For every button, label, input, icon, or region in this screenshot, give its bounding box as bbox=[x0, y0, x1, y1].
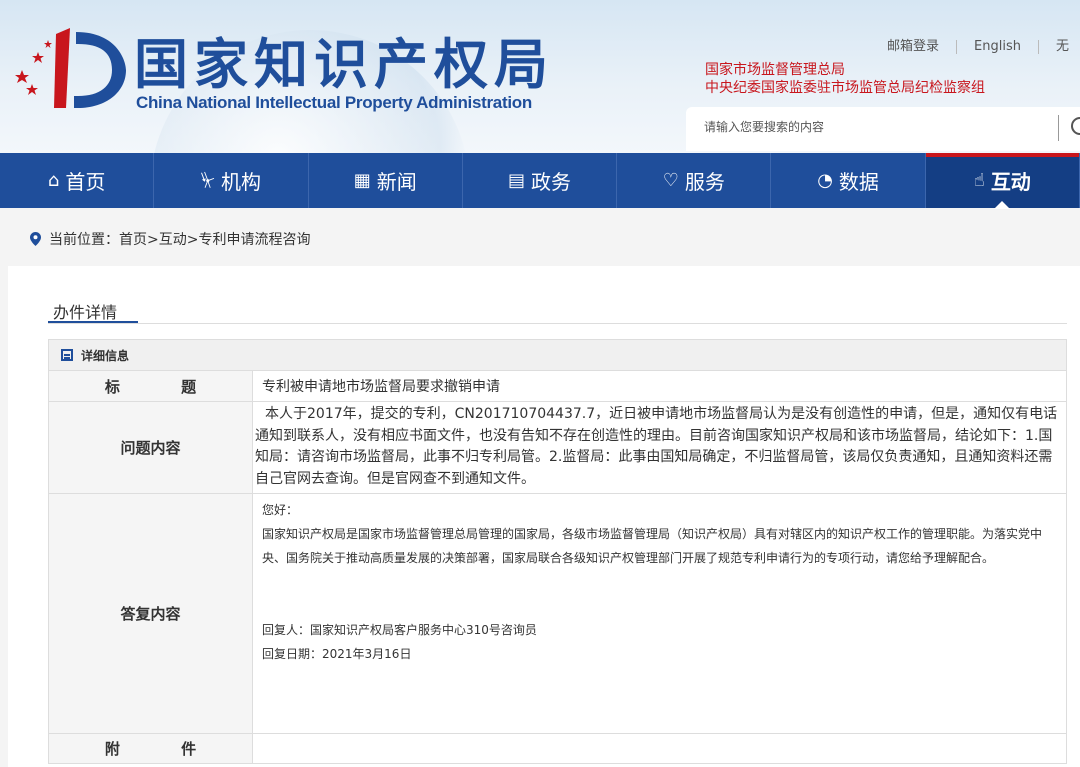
english-link[interactable]: English bbox=[957, 40, 1039, 54]
breadcrumb: 当前位置：首页>互动>专利申请流程咨询 bbox=[30, 229, 310, 249]
nav-label: 数据 bbox=[838, 170, 879, 194]
location-pin-icon bbox=[30, 232, 41, 246]
nav-item-service[interactable]: ♡ 服务 bbox=[617, 153, 772, 208]
answer-value: 您好： 国家知识产权局是国家市场监督管理总局管理的国家局，各级市场监督管理局（知… bbox=[253, 494, 1066, 733]
home-icon: ⌂ bbox=[47, 170, 60, 191]
attachment-label: 附 件 bbox=[49, 734, 253, 763]
nav-item-data[interactable]: ◔ 数据 bbox=[771, 153, 926, 208]
nav-item-institution[interactable]: ⏧ 机构 bbox=[154, 153, 309, 208]
institution-icon: ⏧ bbox=[200, 170, 216, 191]
tab-detail[interactable]: 办件详情 bbox=[53, 299, 117, 323]
nav-item-news[interactable]: ▦ 新闻 bbox=[309, 153, 463, 208]
answer-row: 答复内容 您好： 国家知识产权局是国家市场监督管理总局管理的国家局，各级市场监督… bbox=[48, 494, 1067, 734]
accessibility-link[interactable]: 无 bbox=[1039, 40, 1080, 54]
cnipa-logo-icon[interactable] bbox=[8, 22, 128, 112]
nav-label: 首页 bbox=[65, 170, 106, 194]
nav-item-government[interactable]: ▤ 政务 bbox=[463, 153, 618, 208]
answer-spacer bbox=[262, 570, 1060, 618]
question-label: 问题内容 bbox=[49, 402, 253, 493]
question-row: 问题内容 本人于2017年，提交的专利，CN201710704437.7，近日被… bbox=[48, 402, 1067, 494]
nav-label: 互动 bbox=[990, 170, 1031, 194]
nav-label: 服务 bbox=[684, 170, 725, 194]
nav-label: 机构 bbox=[221, 170, 262, 194]
attachment-row: 附 件 bbox=[48, 734, 1067, 764]
breadcrumb-text[interactable]: 当前位置：首页>互动>专利申请流程咨询 bbox=[49, 229, 310, 249]
main-nav: ⌂ 首页 ⏧ 机构 ▦ 新闻 ▤ 政务 ♡ 服务 ◔ 数据 ☝ 互动 bbox=[0, 153, 1080, 209]
samr-link[interactable]: 国家市场监督管理总局 bbox=[705, 61, 985, 79]
site-title-cn: 国家知识产权局 bbox=[134, 33, 554, 96]
detail-header: 详细信息 bbox=[48, 339, 1067, 371]
hand-icon: ☝ bbox=[973, 170, 985, 191]
detail-table: 详细信息 标 题 专利被申请地市场监督局要求撤销申请 问题内容 本人于2017年… bbox=[48, 339, 1067, 764]
nav-label: 新闻 bbox=[376, 170, 417, 194]
search-box bbox=[686, 107, 1080, 151]
answer-greeting: 您好： bbox=[262, 503, 299, 517]
affiliate-links: 国家市场监督管理总局 中央纪委国家监委驻市场监管总局纪检监察组 bbox=[705, 61, 985, 97]
title-value: 专利被申请地市场监督局要求撤销申请 bbox=[262, 379, 500, 395]
detail-header-label: 详细信息 bbox=[81, 348, 130, 363]
attachment-value bbox=[253, 734, 1066, 763]
service-icon: ♡ bbox=[662, 170, 679, 191]
document-icon: ▤ bbox=[507, 170, 525, 191]
answer-replier: 回复人：国家知识产权局客户服务中心310号咨询员 bbox=[262, 623, 537, 637]
answer-body: 国家知识产权局是国家市场监督管理总局管理的国家局，各级市场监督管理局（知识产权局… bbox=[262, 527, 1043, 565]
site-header: 国家知识产权局 China National Intellectual Prop… bbox=[0, 0, 1080, 153]
discipline-link[interactable]: 中央纪委国家监委驻市场监管总局纪检监察组 bbox=[705, 79, 985, 97]
tab-divider bbox=[48, 323, 1067, 324]
answer-label: 答复内容 bbox=[49, 494, 253, 733]
answer-date: 回复日期：2021年3月16日 bbox=[262, 647, 412, 661]
title-label: 标 题 bbox=[49, 371, 253, 401]
list-icon bbox=[61, 349, 73, 361]
nav-item-interaction[interactable]: ☝ 互动 bbox=[925, 153, 1080, 209]
site-title-en: China National Intellectual Property Adm… bbox=[136, 93, 532, 112]
mail-login-link[interactable]: 邮箱登录 bbox=[870, 40, 958, 54]
search-icon[interactable] bbox=[1071, 117, 1080, 135]
search-input[interactable] bbox=[704, 120, 1034, 134]
top-links: 邮箱登录 English 无 bbox=[870, 40, 1080, 54]
search-divider bbox=[1058, 115, 1059, 141]
title-row: 标 题 专利被申请地市场监督局要求撤销申请 bbox=[48, 371, 1067, 402]
nav-item-home[interactable]: ⌂ 首页 bbox=[0, 153, 155, 208]
news-icon: ▦ bbox=[353, 170, 371, 191]
question-value: 本人于2017年，提交的专利，CN201710704437.7，近日被申请地市场… bbox=[255, 406, 1058, 487]
chart-icon: ◔ bbox=[817, 170, 833, 191]
nav-label: 政务 bbox=[530, 170, 571, 194]
